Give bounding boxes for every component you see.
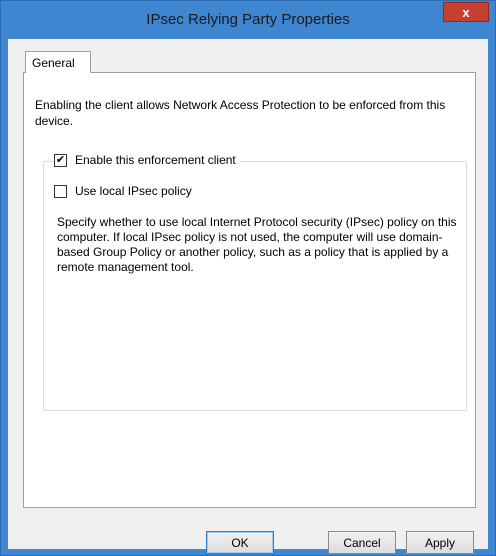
use-local-policy-label: Use local IPsec policy [75, 184, 192, 198]
enforcement-group-box [43, 161, 467, 411]
enable-client-checkbox[interactable]: ✔ [54, 153, 67, 167]
cancel-button[interactable]: Cancel [328, 531, 396, 554]
close-button[interactable]: x [443, 2, 489, 22]
enable-client-option[interactable]: ✔ Enable this enforcement client [54, 153, 240, 167]
apply-button[interactable]: Apply [406, 531, 474, 554]
intro-text: Enabling the client allows Network Acces… [35, 98, 446, 128]
use-local-policy-option[interactable]: Use local IPsec policy [54, 184, 196, 198]
use-local-policy-checkbox[interactable] [54, 184, 67, 198]
enable-client-label: Enable this enforcement client [75, 153, 236, 167]
general-tab-panel: Enabling the client allows Network Acces… [23, 72, 476, 508]
close-icon: x [462, 4, 470, 20]
window-title: IPsec Relying Party Properties [146, 11, 350, 28]
checkmark-icon: ✔ [55, 153, 66, 166]
title-bar[interactable]: IPsec Relying Party Properties x [1, 1, 495, 39]
ok-button[interactable]: OK [206, 531, 274, 554]
policy-description: Specify whether to use local Internet Pr… [57, 215, 457, 274]
tab-general[interactable]: General [25, 51, 91, 73]
dialog-window: IPsec Relying Party Properties x General… [0, 0, 496, 556]
dialog-client-area: General Enabling the client allows Netwo… [8, 39, 488, 554]
